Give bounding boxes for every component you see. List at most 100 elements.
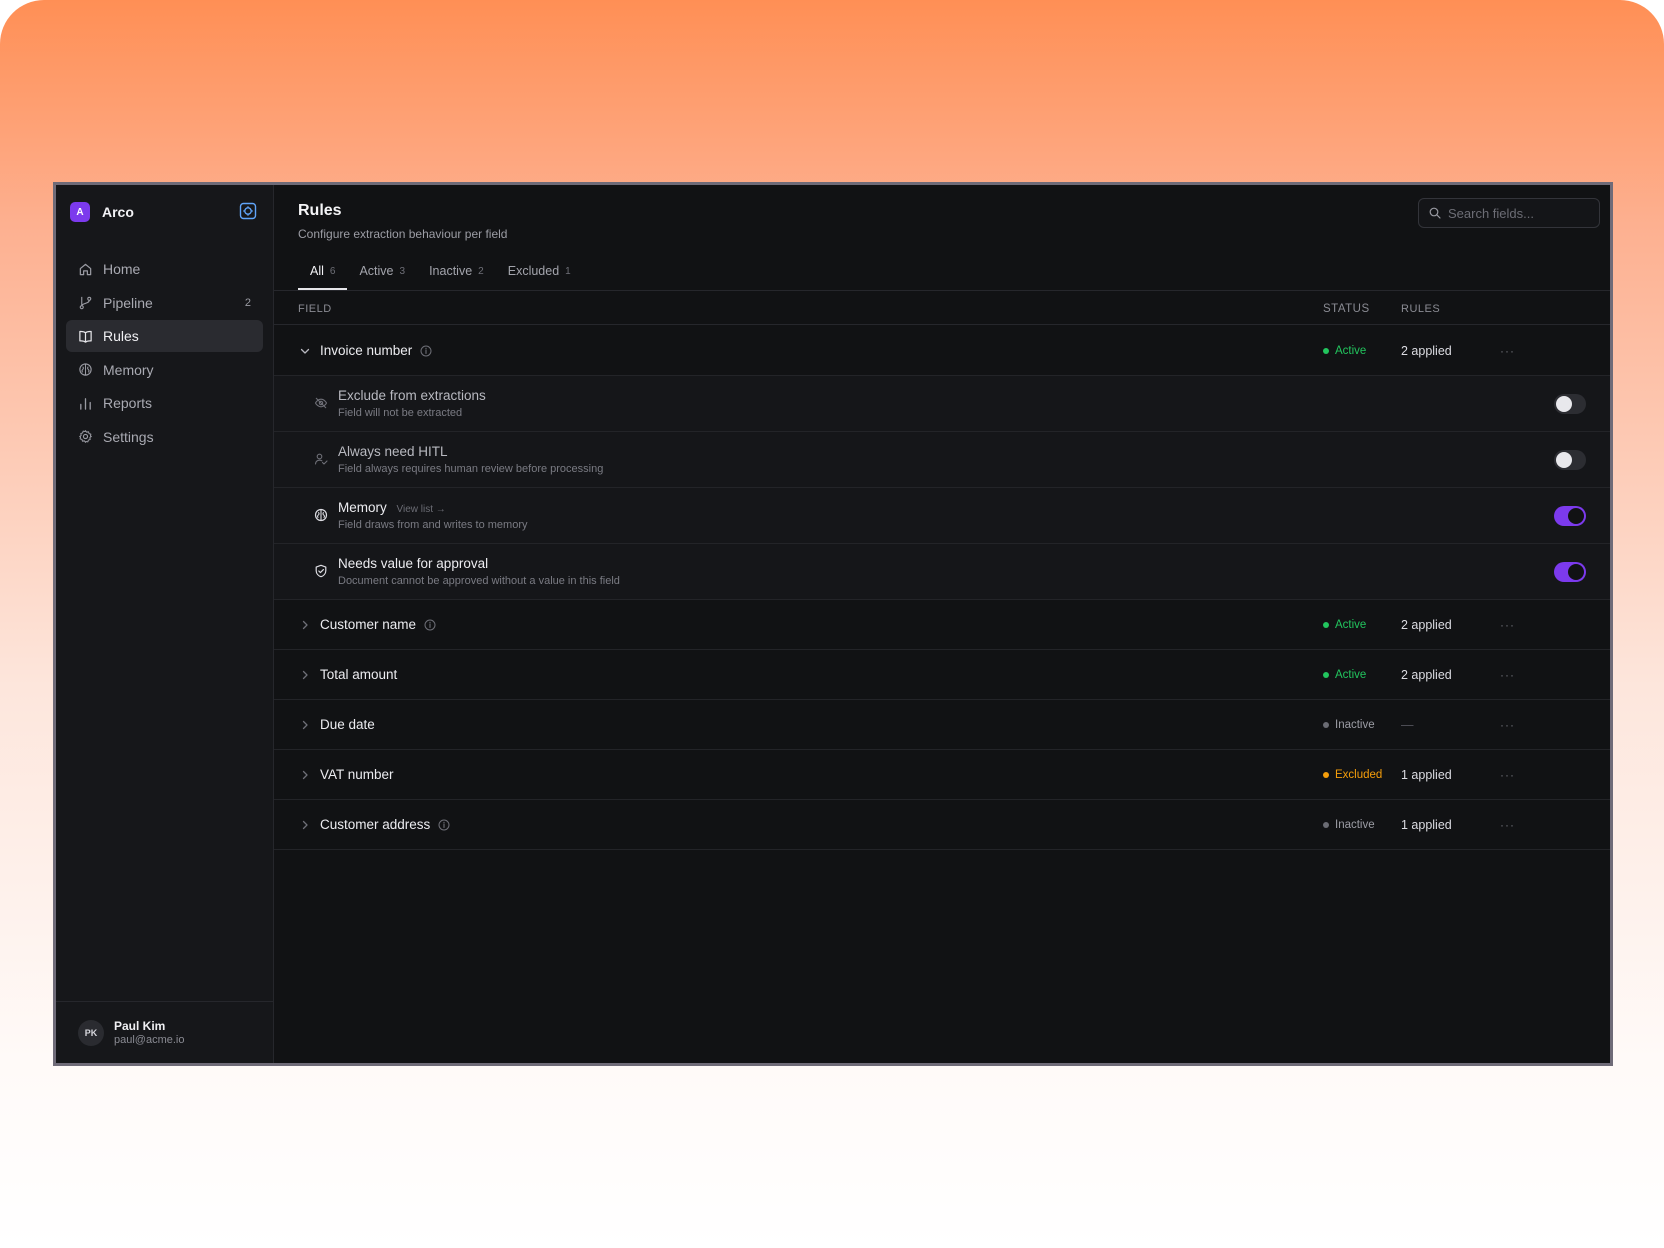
tab-label: Active (359, 264, 394, 278)
user-email: paul@acme.io (114, 1034, 185, 1046)
field-name: Due date (320, 717, 375, 732)
status-dot (1323, 621, 1329, 628)
chevron-right-icon[interactable] (299, 619, 311, 631)
sidebar-item-label: Rules (103, 328, 139, 344)
chevron-right-icon[interactable] (299, 769, 311, 781)
status-badge: Inactive (1323, 819, 1375, 831)
search-input[interactable] (1448, 205, 1588, 221)
app-window: A Arco Home Pipeline 2 Rules Memory Repo… (53, 182, 1613, 1066)
tab-count: 3 (399, 266, 406, 277)
sidebar-item-rules[interactable]: Rules (66, 320, 263, 352)
more-options-icon[interactable]: ··· (1500, 668, 1515, 682)
chevron-right-icon[interactable] (299, 719, 311, 731)
exclude-toggle[interactable] (1554, 394, 1586, 414)
sidebar-item-label: Reports (103, 395, 153, 411)
search-icon (1429, 207, 1441, 219)
sidebar-item-pipeline[interactable]: Pipeline 2 (66, 287, 263, 319)
info-icon[interactable] (424, 619, 436, 631)
table-row[interactable]: VAT number Excluded 1 applied ··· (274, 750, 1610, 800)
more-options-icon[interactable]: ··· (1500, 768, 1515, 782)
status-dot (1323, 821, 1329, 828)
user-profile[interactable]: PK Paul Kim paul@acme.io (56, 1001, 273, 1063)
table-row[interactable]: Customer name Active 2 applied ··· (274, 600, 1610, 650)
status-label: Inactive (1335, 718, 1375, 731)
rule-title: Exclude from extractions (338, 388, 486, 403)
more-options-icon[interactable]: ··· (1500, 818, 1515, 832)
rule-description: Field draws from and writes to memory (338, 519, 528, 531)
tab-count: 2 (478, 266, 484, 277)
rules-count: 1 applied (1401, 817, 1452, 832)
sidebar-item-settings[interactable]: Settings (66, 421, 263, 453)
more-options-icon[interactable]: ··· (1500, 344, 1515, 358)
tab-count: 6 (329, 266, 336, 277)
rule-title: Needs value for approval (338, 556, 489, 571)
rule-description: Field will not be extracted (338, 407, 463, 419)
rule-title: Memory View list → (338, 500, 446, 515)
book-icon (79, 330, 92, 343)
table-header: FIELD STATUS RULES (274, 291, 1610, 325)
home-icon (79, 263, 92, 275)
main-content: Rules Configure extraction behaviour per… (274, 185, 1610, 1063)
info-icon[interactable] (420, 345, 432, 357)
sidebar-item-label: Settings (103, 428, 154, 445)
table-row[interactable]: Total amount Active 2 applied ··· (274, 650, 1610, 700)
info-icon[interactable] (438, 819, 450, 831)
approval-toggle[interactable] (1554, 562, 1586, 582)
tab-all[interactable]: All 6 (298, 263, 348, 290)
column-header-field: FIELD (298, 303, 332, 315)
memory-toggle[interactable] (1554, 506, 1586, 526)
sidebar: A Arco Home Pipeline 2 Rules Memory Repo… (56, 185, 274, 1063)
page-title: Rules (298, 202, 342, 219)
tab-active[interactable]: Active 3 (347, 263, 417, 290)
rule-row-memory: Memory View list → Field draws from and … (274, 488, 1610, 544)
sidebar-item-reports[interactable]: Reports (66, 387, 263, 419)
sidebar-item-memory[interactable]: Memory (66, 354, 263, 386)
status-dot (1323, 721, 1329, 728)
status-badge: Inactive (1323, 719, 1375, 731)
chevron-right-icon[interactable] (299, 819, 311, 831)
rule-settings-panel: Exclude from extractions Field will not … (274, 376, 1610, 600)
user-check-icon (314, 453, 328, 465)
gear-icon (79, 430, 92, 443)
sidebar-toggle-icon[interactable] (239, 202, 257, 220)
status-badge: Excluded (1323, 769, 1382, 781)
brand: A Arco (70, 201, 259, 223)
brand-logo: A (70, 202, 90, 222)
chevron-right-icon[interactable] (299, 669, 311, 681)
branch-icon (79, 296, 92, 310)
status-dot (1323, 347, 1329, 354)
bar-chart-icon (80, 397, 91, 410)
rule-row-exclude: Exclude from extractions Field will not … (274, 376, 1610, 432)
tab-inactive[interactable]: Inactive 2 (417, 263, 496, 290)
eye-off-icon (314, 397, 328, 409)
fields-table: Invoice number Active 2 applied ··· Excl… (274, 326, 1610, 850)
pipeline-count-badge: 2 (244, 296, 251, 309)
chevron-down-icon[interactable] (299, 345, 311, 357)
hitl-toggle[interactable] (1554, 450, 1586, 470)
tab-label: Excluded (507, 264, 560, 278)
rules-count: 2 applied (1401, 667, 1452, 682)
field-name: Customer address (320, 817, 431, 832)
status-label: Excluded (1335, 768, 1383, 781)
avatar: PK (78, 1019, 104, 1046)
sidebar-item-home[interactable]: Home (66, 253, 263, 285)
rule-description: Field always requires human review befor… (338, 463, 604, 475)
table-row[interactable]: Due date Inactive — ··· (274, 700, 1610, 750)
table-row[interactable]: Invoice number Active 2 applied ··· (274, 326, 1610, 376)
tab-excluded[interactable]: Excluded 1 (496, 263, 583, 290)
rule-row-approval: Needs value for approval Document cannot… (274, 544, 1610, 600)
column-header-status: STATUS (1323, 303, 1370, 315)
sidebar-item-label: Memory (103, 361, 154, 378)
brain-icon (79, 363, 92, 376)
rules-count: 2 applied (1401, 343, 1452, 358)
view-list-link[interactable]: View list → (397, 504, 446, 515)
rule-row-hitl: Always need HITL Field always requires h… (274, 432, 1610, 488)
status-label: Active (1335, 668, 1367, 681)
rules-count: 2 applied (1401, 617, 1452, 632)
search-box[interactable] (1418, 198, 1600, 228)
field-name: Customer name (320, 617, 417, 632)
more-options-icon[interactable]: ··· (1500, 718, 1515, 732)
table-row[interactable]: Customer address Inactive 1 applied ··· (274, 800, 1610, 850)
rules-count: — (1401, 717, 1414, 732)
more-options-icon[interactable]: ··· (1500, 618, 1515, 632)
